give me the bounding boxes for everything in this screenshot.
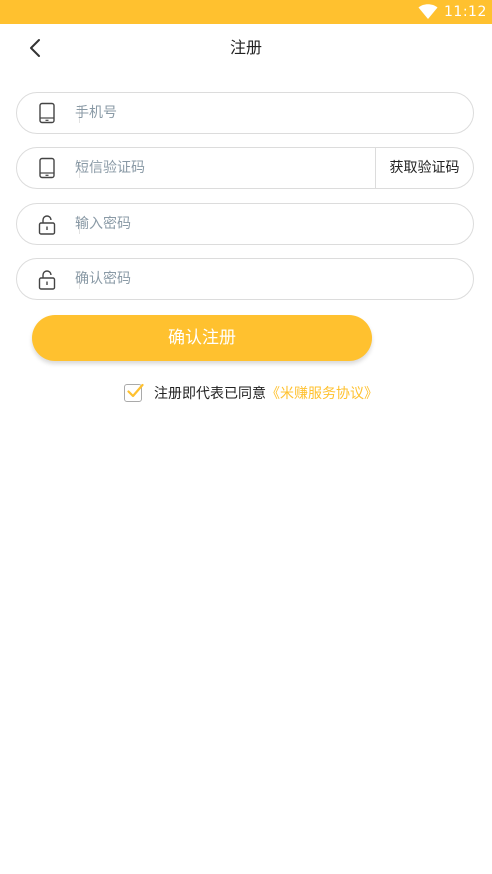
confirm-register-button[interactable]: 确认注册: [32, 315, 372, 361]
page-title: 注册: [229, 38, 262, 57]
phone-icon: [39, 102, 55, 124]
sms-code-input[interactable]: [75, 152, 365, 184]
service-agreement-link[interactable]: 《米赚服务协议》: [266, 386, 378, 402]
wifi-icon: [418, 4, 438, 19]
phone-icon: [39, 157, 55, 179]
get-code-button[interactable]: 获取验证码: [376, 148, 473, 188]
status-time: 11:12: [444, 4, 487, 20]
title-bar: 注册: [0, 24, 492, 72]
phone-field: [16, 92, 474, 134]
lock-icon: [38, 215, 56, 235]
agreement-checkbox[interactable]: [124, 383, 144, 402]
lock-icon: [38, 270, 56, 290]
sms-code-field: 获取验证码: [16, 147, 474, 189]
confirm-password-field: [16, 258, 474, 300]
password-field: [16, 203, 474, 245]
phone-input[interactable]: [75, 97, 365, 129]
status-bar: 11:12: [0, 0, 492, 24]
agreement-text: 注册即代表已同意: [154, 386, 266, 402]
agreement-text-wrap: 注册即代表已同意《米赚服务协议》: [154, 383, 378, 405]
chevron-left-icon: [30, 39, 40, 57]
password-input[interactable]: [75, 208, 365, 240]
confirm-password-input[interactable]: [75, 263, 365, 295]
back-button[interactable]: [22, 34, 50, 62]
checkmark-icon: [127, 383, 144, 398]
